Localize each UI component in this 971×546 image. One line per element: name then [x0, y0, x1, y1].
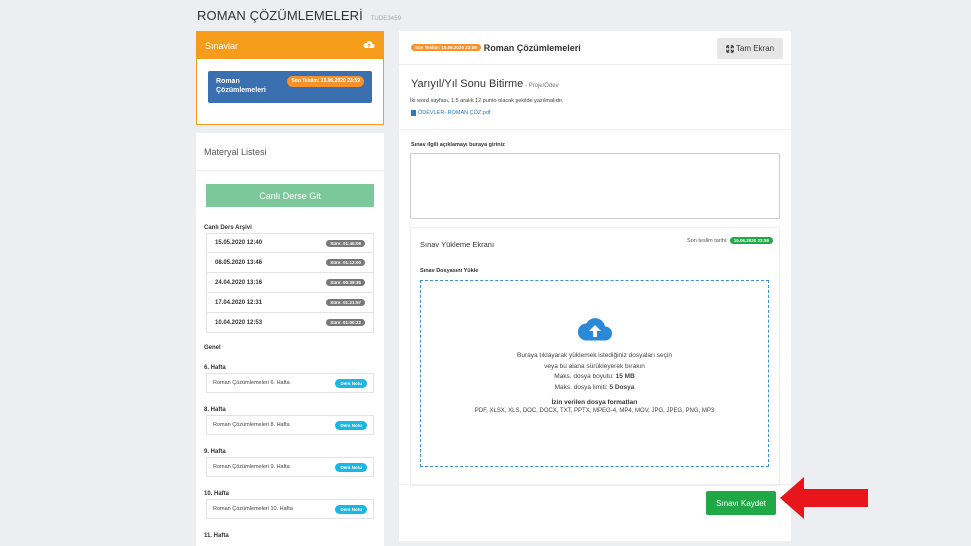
archive-duration: Süre: 01:12:00 — [326, 259, 365, 266]
archive-duration: Süre: 01:21:57 — [326, 299, 365, 306]
archive-duration: Süre: 01:00:22 — [326, 319, 365, 326]
exams-panel-header: Sınavlar — [197, 32, 383, 59]
max-size-label: Maks. dosya boyutu: — [554, 373, 616, 380]
archive-date: 08.05.2020 13:46 — [215, 259, 263, 266]
upload-file-label: Sınav Dosyasını Yükle — [420, 268, 479, 274]
task-file-name: ÖDEVLER- ROMAN ÇÖZ.pdf — [418, 110, 491, 116]
upload-deadline-badge: 15.06.2020 23:59 — [729, 237, 773, 244]
exam-detail-panel: Son Teslim: 15.06.2020 23:59 Roman Çözüm… — [399, 31, 791, 541]
lecture-note-button[interactable]: Ders Notu — [335, 420, 367, 430]
week-material-row[interactable]: Roman Çözümlemeleri 10. Hafta Ders Notu — [206, 499, 374, 519]
fullscreen-button[interactable]: Tam Ekran — [717, 38, 783, 59]
explanation-textarea[interactable] — [410, 153, 780, 219]
left-column: Sınavlar Roman Çözümlemeleri Son Teslim:… — [196, 31, 384, 546]
week-material-row[interactable]: Roman Çözümlemeleri 8. Hafta Ders Notu — [206, 415, 374, 435]
task-title-text: Yarıyıl/Yıl Sonu Bitirme — [411, 78, 524, 90]
dropzone-instructions: Buraya tıklayarak yüklemek istediğiniz d… — [517, 351, 672, 393]
materials-title: Materyal Listesi — [196, 133, 384, 171]
general-title: Genel — [204, 345, 221, 351]
task-description: İki word sayfası, 1.5 aralık 12 punto ol… — [410, 98, 564, 104]
divider — [399, 129, 791, 130]
course-code: TUDE3459 — [370, 16, 402, 22]
archive-date: 24.04.2020 13:16 — [215, 279, 263, 286]
week-title: 6. Hafta — [204, 365, 226, 371]
exam-deadline-badge: Son Teslim: 15.06.2020 23:59 — [287, 76, 364, 87]
max-count-value: 5 Dosya — [609, 383, 635, 391]
exam-list-item[interactable]: Roman Çözümlemeleri Son Teslim: 15.06.20… — [208, 71, 372, 103]
archive-row[interactable]: 08.05.2020 13:46 Süre: 01:12:00 — [206, 253, 374, 273]
file-icon — [411, 110, 416, 116]
task-file-link[interactable]: ÖDEVLER- ROMAN ÇÖZ.pdf — [411, 110, 490, 116]
red-arrow-annotation — [780, 477, 868, 519]
week-material-name: Roman Çözümlemeleri 9. Hafta — [213, 464, 290, 470]
week-title: 8. Hafta — [204, 407, 226, 413]
task-title: Yarıyıl/Yıl Sonu Bitirme - Proje/Ödev — [411, 78, 559, 90]
archive-duration: Süre: 00:39:35 — [326, 279, 365, 286]
exam-name: Roman Çözümlemeleri — [483, 42, 581, 53]
lecture-note-button[interactable]: Ders Notu — [335, 378, 367, 388]
archive-list: 15.05.2020 12:40 Süre: 01:45:06 08.05.20… — [206, 233, 374, 333]
upload-deadline: Son teslim tarihi: 15.06.2020 23:59 — [687, 237, 773, 244]
max-size: Maks. dosya boyutu: 15 MB — [517, 372, 672, 383]
dropzone-line1: Buraya tıklayarak yüklemek istediğiniz d… — [517, 352, 672, 359]
live-class-button[interactable]: Canlı Derse Git — [206, 184, 374, 207]
archive-row[interactable]: 17.04.2020 12:31 Süre: 01:21:57 — [206, 293, 374, 313]
upload-panel: Sınav Yükleme Ekranı Son teslim tarihi: … — [410, 227, 780, 486]
cloud-upload-icon[interactable] — [363, 40, 375, 52]
archive-row[interactable]: 10.04.2020 12:53 Süre: 01:00:22 — [206, 313, 374, 333]
file-dropzone[interactable]: Buraya tıklayarak yüklemek istediğiniz d… — [420, 280, 769, 467]
archive-row[interactable]: 15.05.2020 12:40 Süre: 01:45:06 — [206, 233, 374, 253]
archive-date: 17.04.2020 12:31 — [215, 299, 263, 306]
archive-duration: Süre: 01:45:06 — [326, 239, 365, 247]
max-count-label: Maks. dosya limiti: — [554, 383, 610, 391]
archive-row[interactable]: 24.04.2020 13:16 Süre: 00:39:35 — [206, 273, 374, 293]
expand-icon — [726, 44, 734, 53]
explanation-label: Sınav ilgili açıklamayı buraya giriniz — [411, 142, 505, 148]
exam-deadline-badge: Son Teslim: 15.06.2020 23:59 — [411, 44, 481, 51]
max-count: Maks. dosya limiti: 5 Dosya — [517, 383, 672, 394]
course-title: ROMAN ÇÖZÜMLEMELERİ TUDE3459 — [197, 8, 401, 23]
lecture-note-button[interactable]: Ders Notu — [335, 504, 367, 514]
lecture-note-button[interactable]: Ders Notu — [335, 462, 367, 472]
course-name: ROMAN ÇÖZÜMLEMELERİ — [197, 8, 363, 23]
archive-date: 10.04.2020 12:53 — [215, 319, 263, 326]
exams-panel-title: Sınavlar — [205, 40, 239, 51]
fullscreen-label: Tam Ekran — [735, 44, 775, 53]
week-title: 9. Hafta — [204, 449, 226, 455]
task-type: - Proje/Ödev — [523, 83, 559, 89]
max-size-value: 15 MB — [615, 373, 635, 380]
week-material-name: Roman Çözümlemeleri 10. Hafta — [213, 506, 293, 512]
exam-item-name: Roman Çözümlemeleri — [216, 78, 266, 94]
footer-divider — [399, 484, 791, 485]
week-material-name: Roman Çözümlemeleri 8. Hafta — [213, 422, 290, 428]
save-exam-button[interactable]: Sınavı Kaydet — [706, 491, 776, 515]
exams-panel: Sınavlar Roman Çözümlemeleri Son Teslim:… — [196, 31, 384, 125]
upload-deadline-label: Son teslim tarihi: — [687, 237, 728, 244]
archive-title: Canlı Ders Arşivi — [204, 225, 252, 231]
dropzone-line2: veya bu alana sürükleyerek bırakın — [544, 362, 645, 370]
week-title: 11. Hafta — [204, 533, 229, 539]
materials-panel: Materyal Listesi Canlı Derse Git Canlı D… — [196, 133, 384, 546]
week-material-row[interactable]: Roman Çözümlemeleri 9. Hafta Ders Notu — [206, 457, 374, 477]
week-material-name: Roman Çözümlemeleri 6. Hafta — [213, 380, 290, 386]
upload-title: Sınav Yükleme Ekranı — [420, 240, 495, 249]
cloud-upload-icon — [577, 318, 612, 341]
formats-title: İzin verilen dosya formatları — [551, 399, 638, 406]
formats-list: PDF, XLSX, XLS, DOC, DOCX, TXT, PPTX, MP… — [474, 408, 715, 414]
week-material-row[interactable]: Roman Çözümlemeleri 6. Hafta Ders Notu — [206, 373, 374, 393]
week-title: 10. Hafta — [204, 491, 230, 497]
archive-date: 15.05.2020 12:40 — [215, 240, 263, 246]
